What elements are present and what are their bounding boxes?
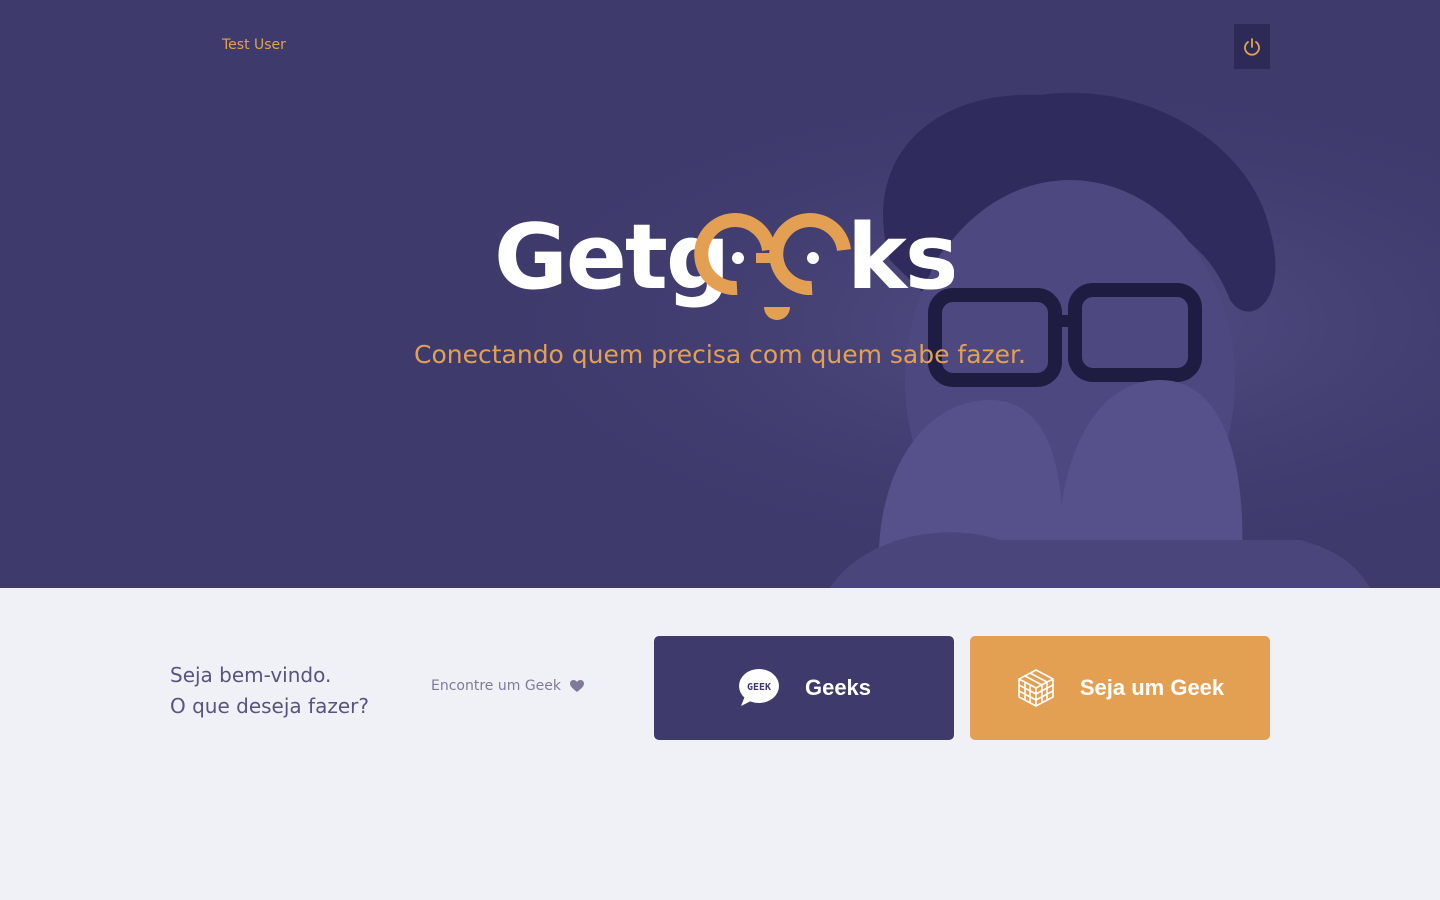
- logo-text-end: ks: [847, 210, 954, 310]
- logout-button[interactable]: [1234, 24, 1270, 69]
- hero-banner: Test User Getg ks Conectando quem precis…: [0, 0, 1440, 588]
- user-name[interactable]: Test User: [222, 37, 286, 53]
- action-section: Seja bem-vindo. O que deseja fazer? Enco…: [0, 588, 1440, 900]
- hero-tagline: Conectando quem precisa com quem sabe fa…: [414, 340, 1026, 369]
- getgeeks-logo: Getg ks: [494, 210, 954, 320]
- geeks-button-label: Geeks: [804, 675, 872, 700]
- seja-um-geek-button-label: Seja um Geek: [1079, 675, 1225, 700]
- power-icon: [1244, 37, 1260, 56]
- geek-icon-badge: GEEK: [747, 682, 771, 693]
- geeks-button[interactable]: GEEK Geeks: [654, 636, 954, 740]
- welcome-message: Seja bem-vindo. O que deseja fazer?: [170, 660, 369, 722]
- find-geek-link[interactable]: Encontre um Geek: [431, 678, 585, 694]
- cube-icon: [1018, 669, 1054, 707]
- geek-speech-bubble-icon: GEEK: [738, 669, 779, 706]
- heart-icon: [570, 680, 584, 692]
- welcome-line-2: O que deseja fazer?: [170, 694, 369, 718]
- find-geek-label: Encontre um Geek: [431, 678, 561, 694]
- seja-um-geek-button[interactable]: Seja um Geek: [970, 636, 1270, 740]
- welcome-line-1: Seja bem-vindo.: [170, 663, 332, 687]
- logo-text-start: Getg: [494, 210, 728, 310]
